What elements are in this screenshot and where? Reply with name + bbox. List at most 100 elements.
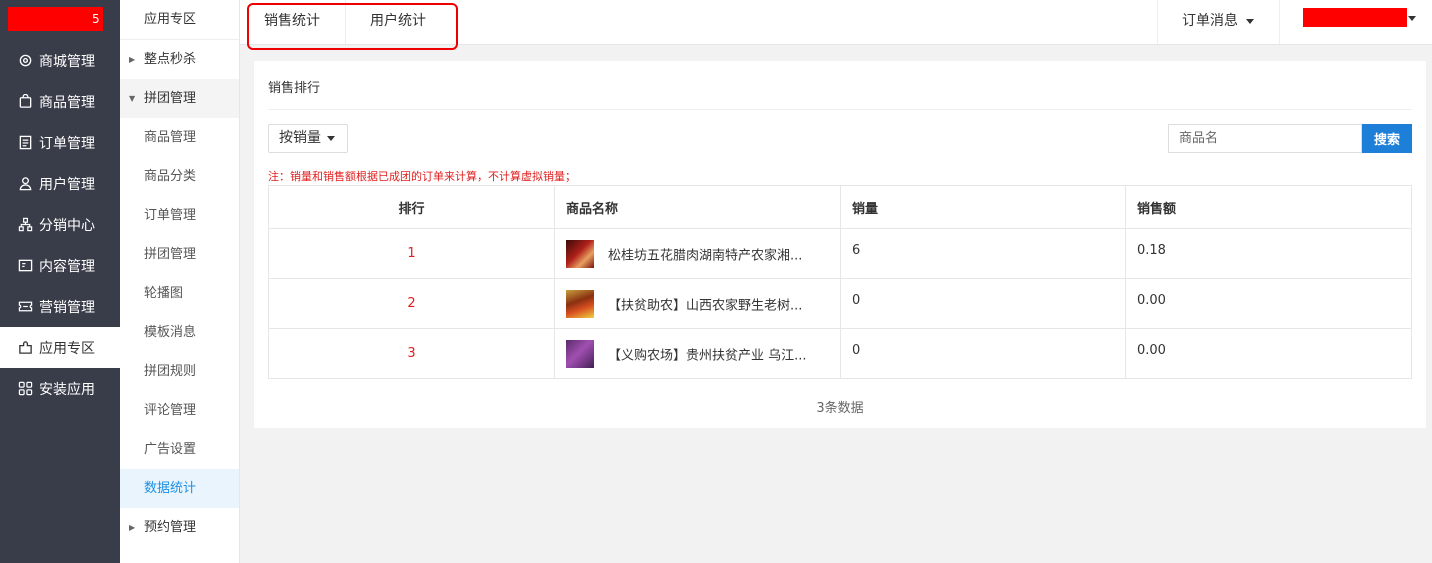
- nav-item-users[interactable]: 用户管理: [0, 163, 120, 204]
- product-name[interactable]: 【义购农场】贵州扶贫产业 乌江...: [608, 348, 807, 363]
- grid-icon: [17, 381, 33, 397]
- nav-item-label: 商城管理: [39, 53, 95, 70]
- product-cell: 【扶贫助农】山西农家野生老树...: [554, 278, 841, 329]
- order-messages-label: 订单消息: [1182, 13, 1238, 29]
- topbar-divider: [1279, 0, 1280, 44]
- nav-item-mall[interactable]: 商城管理: [0, 40, 120, 81]
- bag-icon: [17, 94, 33, 110]
- user-icon: [17, 176, 33, 192]
- submenu-group-booking[interactable]: ▶ 预约管理: [120, 508, 239, 547]
- list-icon: [17, 135, 33, 151]
- submenu-item-ads[interactable]: 广告设置: [120, 430, 239, 469]
- logo-fragment: 5: [92, 12, 100, 26]
- chevron-down-icon: [327, 135, 335, 141]
- sales-cell: 6: [840, 228, 1126, 279]
- nav-item-marketing[interactable]: 营销管理: [0, 286, 120, 327]
- submenu-group-group-buy[interactable]: ▼ 拼团管理: [120, 79, 239, 118]
- nav-item-label: 内容管理: [39, 258, 95, 275]
- submenu-item-statistics[interactable]: 数据统计: [120, 469, 239, 508]
- submenu-item-carousel[interactable]: 轮播图: [120, 274, 239, 313]
- topbar-divider: [1157, 0, 1158, 44]
- caret-down-icon: ▼: [129, 94, 136, 103]
- sales-cell: 0: [840, 278, 1126, 329]
- column-header-product-name[interactable]: 商品名称: [554, 185, 841, 229]
- nav-item-label: 分销中心: [39, 217, 95, 234]
- caret-right-icon: ▶: [129, 523, 136, 532]
- search-button[interactable]: 搜索: [1362, 124, 1412, 153]
- product-thumbnail: [566, 289, 594, 318]
- table-row[interactable]: 3 【义购农场】贵州扶贫产业 乌江... 0 0.00: [268, 328, 1412, 379]
- submenu-header: 应用专区: [120, 0, 239, 40]
- doc-icon: [17, 258, 33, 274]
- table-row[interactable]: 1 松桂坊五花腊肉湖南特产农家湘... 6 0.18: [268, 228, 1412, 279]
- top-bar: 销售统计 用户统计 订单消息: [240, 0, 1432, 50]
- rank-cell: 3: [268, 328, 555, 379]
- table-row[interactable]: 2 【扶贫助农】山西农家野生老树... 0 0.00: [268, 278, 1412, 329]
- nav-item-apps[interactable]: 应用专区: [0, 327, 120, 368]
- product-cell: 【义购农场】贵州扶贫产业 乌江...: [554, 328, 841, 379]
- caret-right-icon: ▶: [129, 55, 136, 64]
- nav-item-label: 安装应用: [39, 381, 95, 398]
- total-count: 3条数据: [816, 401, 864, 416]
- column-header-sales[interactable]: 销量: [840, 185, 1126, 229]
- submenu-group-flash-sale[interactable]: ▶ 整点秒杀: [120, 40, 239, 79]
- column-header-amount[interactable]: 销售额: [1125, 185, 1412, 229]
- product-search-input[interactable]: [1168, 124, 1362, 153]
- chevron-down-icon: [1246, 18, 1254, 24]
- product-name[interactable]: 【扶贫助农】山西农家野生老树...: [608, 298, 802, 313]
- nav-item-products[interactable]: 商品管理: [0, 81, 120, 122]
- amount-cell: 0.18: [1125, 228, 1412, 279]
- amount-cell: 0.00: [1125, 328, 1412, 379]
- amount-cell: 0.00: [1125, 278, 1412, 329]
- tree-icon: [17, 217, 33, 233]
- gear-icon: [17, 53, 33, 69]
- submenu-group-label: 预约管理: [144, 520, 197, 535]
- card-title: 销售排行: [268, 81, 321, 96]
- submenu-item-group-rules[interactable]: 拼团规则: [120, 352, 239, 391]
- submenu-item-group-buy[interactable]: 拼团管理: [120, 235, 239, 274]
- user-menu-chevron-icon[interactable]: [1408, 16, 1416, 21]
- product-cell: 松桂坊五花腊肉湖南特产农家湘...: [554, 228, 841, 279]
- tab-user-stats[interactable]: 用户统计: [370, 0, 426, 44]
- submenu-group-label: 整点秒杀: [144, 52, 197, 67]
- nav-item-orders[interactable]: 订单管理: [0, 122, 120, 163]
- sort-select[interactable]: 按销量: [268, 124, 348, 153]
- column-header-rank[interactable]: 排行: [268, 185, 555, 229]
- nav-item-distribution[interactable]: 分销中心: [0, 204, 120, 245]
- sort-select-value: 按销量: [279, 130, 321, 146]
- main-sidebar: 5 商城管理 商品管理 订单管理 用户管理 分销中心 内容管理 营销管理 应用专…: [0, 0, 120, 563]
- submenu-group-label: 拼团管理: [144, 91, 197, 106]
- table-header-row: 排行 商品名称 销量 销售额: [268, 185, 1412, 229]
- redacted-username[interactable]: [1303, 8, 1407, 27]
- submenu-item-reviews[interactable]: 评论管理: [120, 391, 239, 430]
- submenu-item-products[interactable]: 商品管理: [120, 118, 239, 157]
- submenu-item-orders[interactable]: 订单管理: [120, 196, 239, 235]
- rank-cell: 2: [268, 278, 555, 329]
- nav-item-install-apps[interactable]: 安装应用: [0, 368, 120, 409]
- ticket-icon: [17, 299, 33, 315]
- order-messages-dropdown[interactable]: 订单消息: [1182, 0, 1254, 44]
- submenu-item-categories[interactable]: 商品分类: [120, 157, 239, 196]
- nav-item-label: 应用专区: [39, 340, 95, 357]
- submenu-item-template-messages[interactable]: 模板消息: [120, 313, 239, 352]
- card-divider: [268, 109, 1412, 110]
- rank-cell: 1: [268, 228, 555, 279]
- nav-item-content[interactable]: 内容管理: [0, 245, 120, 286]
- sales-cell: 0: [840, 328, 1126, 379]
- puzzle-icon: [17, 340, 33, 356]
- tab-divider: [345, 0, 346, 44]
- redacted-logo: [8, 7, 103, 31]
- nav-item-label: 营销管理: [39, 299, 95, 316]
- nav-item-label: 商品管理: [39, 94, 95, 111]
- product-name[interactable]: 松桂坊五花腊肉湖南特产农家湘...: [608, 248, 802, 263]
- sales-ranking-card: 销售排行 按销量 搜索 注：销量和销售额根据已成团的订单来计算，不计算虚拟销量；…: [254, 61, 1426, 428]
- logo-area: 5: [0, 0, 120, 40]
- nav-item-label: 用户管理: [39, 176, 95, 193]
- product-thumbnail: [566, 339, 594, 368]
- nav-item-label: 订单管理: [39, 135, 95, 152]
- sales-ranking-table: 排行 商品名称 销量 销售额 1 松桂坊五花腊肉湖南特产农家湘... 6 0.1…: [268, 185, 1412, 379]
- app-submenu: 应用专区 ▶ 整点秒杀 ▼ 拼团管理 商品管理 商品分类 订单管理 拼团管理 轮…: [120, 0, 240, 563]
- product-thumbnail: [566, 239, 594, 268]
- tab-sales-stats[interactable]: 销售统计: [264, 0, 320, 44]
- calculation-note: 注：销量和销售额根据已成团的订单来计算，不计算虚拟销量；: [268, 170, 576, 183]
